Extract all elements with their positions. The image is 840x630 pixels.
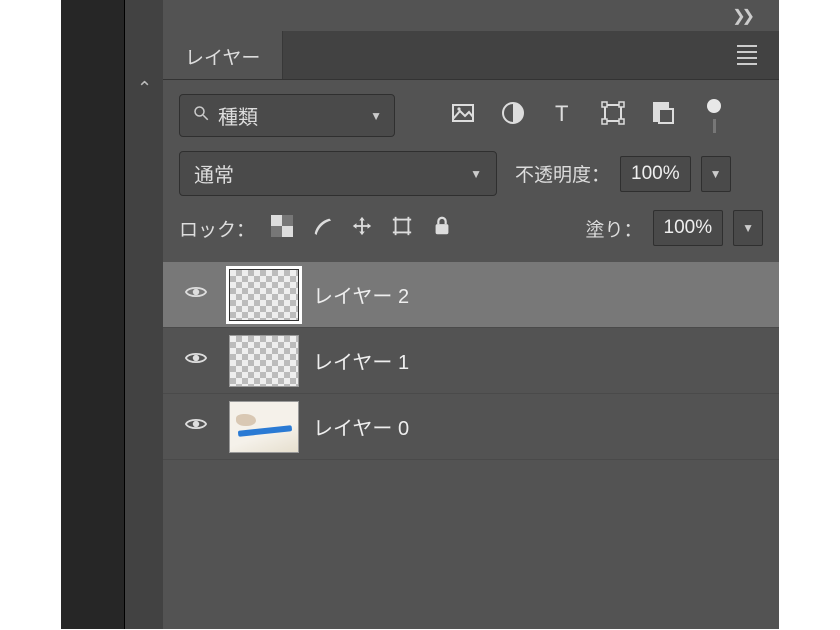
svg-text:T: T bbox=[555, 101, 568, 125]
lock-pixels-icon[interactable] bbox=[311, 215, 333, 242]
lock-all-icon[interactable] bbox=[431, 215, 453, 242]
fill-value[interactable]: 100% bbox=[653, 210, 724, 246]
panel-menu-icon[interactable] bbox=[737, 31, 779, 79]
blend-mode-dropdown[interactable]: 通常 ▼ bbox=[179, 151, 497, 196]
filter-type-layer-icon[interactable]: T bbox=[551, 101, 575, 130]
visibility-toggle[interactable] bbox=[177, 284, 215, 305]
filter-toggle[interactable] bbox=[707, 99, 721, 133]
toggle-track-icon bbox=[713, 119, 716, 133]
layer-thumbnail[interactable] bbox=[229, 401, 299, 453]
layers-panel: レイヤー 種類 ▼ T bbox=[163, 31, 779, 629]
layer-row[interactable]: レイヤー 2 bbox=[163, 262, 779, 328]
layer-list: レイヤー 2 レイヤー 1 レイヤー 0 bbox=[163, 262, 779, 460]
layer-row[interactable]: レイヤー 1 bbox=[163, 328, 779, 394]
lock-transparency-icon[interactable] bbox=[271, 215, 293, 242]
collapse-panels-icon[interactable]: ❯❯ bbox=[732, 6, 751, 26]
filter-smartobject-icon[interactable] bbox=[651, 101, 675, 130]
visibility-toggle[interactable] bbox=[177, 416, 215, 437]
filter-row: 種類 ▼ T bbox=[163, 80, 779, 151]
chevron-down-icon: ▼ bbox=[370, 109, 382, 123]
lock-fill-row: ロック： 塗り： 100% bbox=[163, 210, 779, 262]
toggle-knob-icon bbox=[707, 99, 721, 113]
chevron-down-icon: ▼ bbox=[470, 167, 482, 181]
layer-thumbnail[interactable] bbox=[229, 335, 299, 387]
visibility-toggle[interactable] bbox=[177, 350, 215, 371]
layer-thumbnail[interactable] bbox=[229, 269, 299, 321]
lock-label: ロック： bbox=[179, 215, 255, 242]
filter-adjustment-icon[interactable] bbox=[501, 101, 525, 130]
opacity-value[interactable]: 100% bbox=[620, 156, 691, 192]
layer-name[interactable]: レイヤー 1 bbox=[313, 346, 409, 375]
opacity-label: 不透明度： bbox=[515, 160, 610, 187]
canvas-edge bbox=[61, 0, 125, 629]
tab-layers[interactable]: レイヤー bbox=[163, 31, 283, 79]
fill-label: 塗り： bbox=[585, 215, 642, 242]
blend-mode-label: 通常 bbox=[194, 159, 470, 188]
layer-name[interactable]: レイヤー 2 bbox=[313, 280, 409, 309]
blend-opacity-row: 通常 ▼ 不透明度： 100% ▼ bbox=[163, 151, 779, 210]
fill-dropdown-button[interactable]: ▼ bbox=[733, 210, 763, 246]
filter-shape-icon[interactable] bbox=[601, 101, 625, 130]
tab-label: レイヤー bbox=[185, 48, 260, 69]
chevron-up-icon[interactable]: ⌃ bbox=[137, 78, 152, 99]
search-icon bbox=[192, 104, 210, 127]
opacity-dropdown-button[interactable]: ▼ bbox=[701, 156, 731, 192]
filter-image-icon[interactable] bbox=[451, 101, 475, 130]
lock-artboard-icon[interactable] bbox=[391, 215, 413, 242]
filter-type-dropdown[interactable]: 種類 ▼ bbox=[179, 94, 395, 137]
layer-name[interactable]: レイヤー 0 bbox=[313, 412, 409, 441]
layer-row[interactable]: レイヤー 0 bbox=[163, 394, 779, 460]
lock-position-icon[interactable] bbox=[351, 215, 373, 242]
filter-type-label: 種類 bbox=[218, 101, 370, 130]
panel-tab-bar: レイヤー bbox=[163, 31, 779, 80]
